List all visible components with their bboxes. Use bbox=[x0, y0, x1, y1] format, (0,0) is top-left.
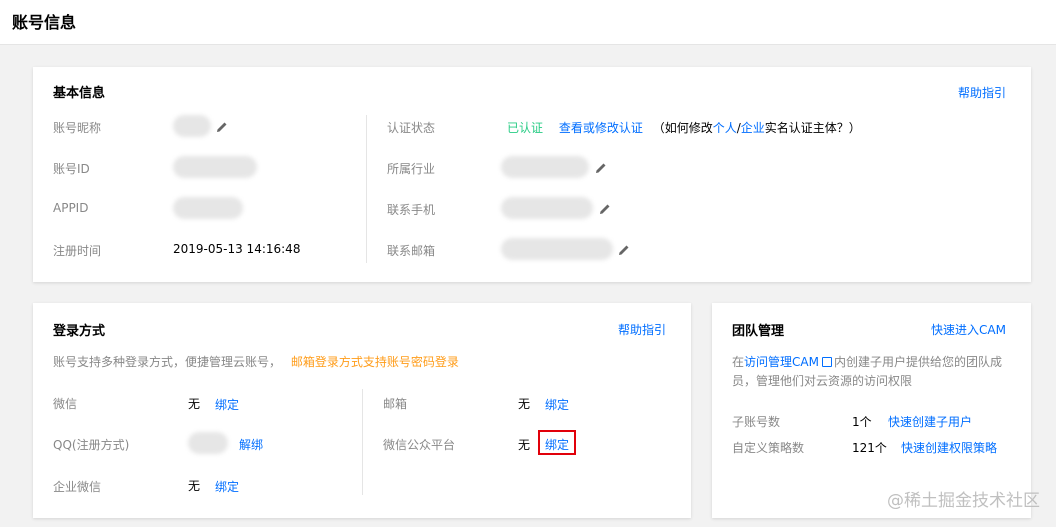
email-login-label: 邮箱 bbox=[383, 397, 408, 411]
wework-label: 企业微信 bbox=[53, 480, 102, 494]
create-policy-link[interactable]: 快速创建权限策略 bbox=[901, 439, 997, 456]
wechat-mp-label: 微信公众平台 bbox=[383, 438, 456, 452]
industry-value-redacted bbox=[501, 156, 589, 178]
account-id-label: 账号ID bbox=[53, 162, 90, 176]
email-bind-link[interactable]: 绑定 bbox=[545, 396, 569, 413]
login-methods-title: 登录方式 bbox=[53, 324, 106, 339]
appid-label: APPID bbox=[53, 201, 89, 215]
edit-email-icon[interactable] bbox=[618, 244, 630, 256]
auth-modify-link[interactable]: 查看或修改认证 bbox=[559, 121, 643, 135]
email-login-value: 无 bbox=[518, 397, 531, 411]
register-time-value: 2019-05-13 14:16:48 bbox=[173, 242, 301, 256]
wework-bind-link[interactable]: 绑定 bbox=[215, 478, 239, 495]
phone-label: 联系手机 bbox=[387, 203, 436, 217]
email-label: 联系邮箱 bbox=[387, 244, 436, 258]
policy-count-value: 121个 bbox=[852, 441, 887, 455]
auth-status-row: 已认证 查看或修改认证 （如何修改个人/企业实名认证主体？） bbox=[507, 119, 861, 136]
auth-status-label: 认证状态 bbox=[387, 121, 436, 135]
login-desc-text: 账号支持多种登录方式，便捷管理云账号， bbox=[53, 355, 282, 369]
appid-value-redacted bbox=[173, 197, 243, 219]
basic-help-link[interactable]: 帮助指引 bbox=[958, 84, 1006, 101]
nickname-value-redacted bbox=[173, 115, 211, 137]
edit-industry-icon[interactable] bbox=[595, 162, 607, 174]
wechat-bind-link[interactable]: 绑定 bbox=[215, 396, 239, 413]
qq-unbind-link[interactable]: 解绑 bbox=[239, 436, 263, 453]
page-title: 账号信息 bbox=[12, 13, 77, 32]
wechat-mp-value: 无 bbox=[518, 438, 531, 452]
account-id-value-redacted bbox=[173, 156, 257, 178]
basic-info-title: 基本信息 bbox=[53, 86, 106, 101]
login-methods-card: 登录方式 帮助指引 账号支持多种登录方式，便捷管理云账号， 邮箱登录方式支持账号… bbox=[33, 303, 691, 518]
auth-hint-enterprise-link[interactable]: 企业 bbox=[741, 121, 765, 135]
wechat-label: 微信 bbox=[53, 397, 78, 411]
edit-phone-icon[interactable] bbox=[599, 203, 611, 215]
wechat-value: 无 bbox=[188, 397, 201, 411]
sub-account-count: 1个 bbox=[852, 415, 872, 429]
basic-divider bbox=[366, 115, 367, 263]
register-time-label: 注册时间 bbox=[53, 244, 102, 258]
team-desc-line2: 员，管理他们对云资源的访问权限 bbox=[732, 374, 913, 388]
auth-hint-prefix: （如何修改 bbox=[652, 121, 713, 135]
email-value-redacted bbox=[501, 238, 613, 260]
external-link-icon[interactable] bbox=[821, 357, 832, 367]
login-help-link[interactable]: 帮助指引 bbox=[618, 321, 666, 338]
team-desc-suffix: 内创建子用户提供给您的团队成 bbox=[833, 355, 1002, 369]
phone-value-redacted bbox=[501, 197, 593, 219]
team-management-title: 团队管理 bbox=[732, 324, 785, 339]
qq-label: QQ(注册方式) bbox=[53, 438, 130, 452]
wework-value: 无 bbox=[188, 479, 201, 493]
sub-account-label: 子账号数 bbox=[732, 415, 781, 429]
login-desc-highlight: 邮箱登录方式支持账号密码登录 bbox=[290, 355, 459, 369]
basic-info-card: 基本信息 帮助指引 账号昵称 账号ID APPID 注册时间 2019-05-1… bbox=[33, 67, 1031, 282]
qq-value-redacted bbox=[188, 432, 228, 454]
login-description: 账号支持多种登录方式，便捷管理云账号， 邮箱登录方式支持账号密码登录 bbox=[53, 353, 459, 370]
nickname-label: 账号昵称 bbox=[53, 121, 102, 135]
create-subuser-link[interactable]: 快速创建子用户 bbox=[888, 413, 972, 430]
wechat-mp-bind-link[interactable]: 绑定 bbox=[545, 436, 569, 453]
cam-quick-link[interactable]: 快速进入CAM bbox=[931, 321, 1006, 338]
industry-label: 所属行业 bbox=[387, 162, 436, 176]
team-desc-prefix: 在 bbox=[732, 355, 745, 369]
login-divider bbox=[362, 389, 363, 495]
watermark-text: @稀土掘金技术社区 bbox=[887, 491, 1040, 511]
edit-nickname-icon[interactable] bbox=[216, 121, 228, 133]
team-description: 在访问管理CAM 内创建子用户提供给您的团队成 员，管理他们对云资源的访问权限 bbox=[732, 353, 1002, 391]
auth-hint-suffix: 实名认证主体？） bbox=[764, 121, 861, 135]
policy-count-label: 自定义策略数 bbox=[732, 441, 805, 455]
top-bar: 账号信息 bbox=[0, 0, 1056, 45]
auth-hint-personal-link[interactable]: 个人 bbox=[713, 121, 737, 135]
auth-status-value: 已认证 bbox=[507, 121, 544, 135]
cam-desc-link[interactable]: 访问管理CAM bbox=[744, 355, 819, 369]
